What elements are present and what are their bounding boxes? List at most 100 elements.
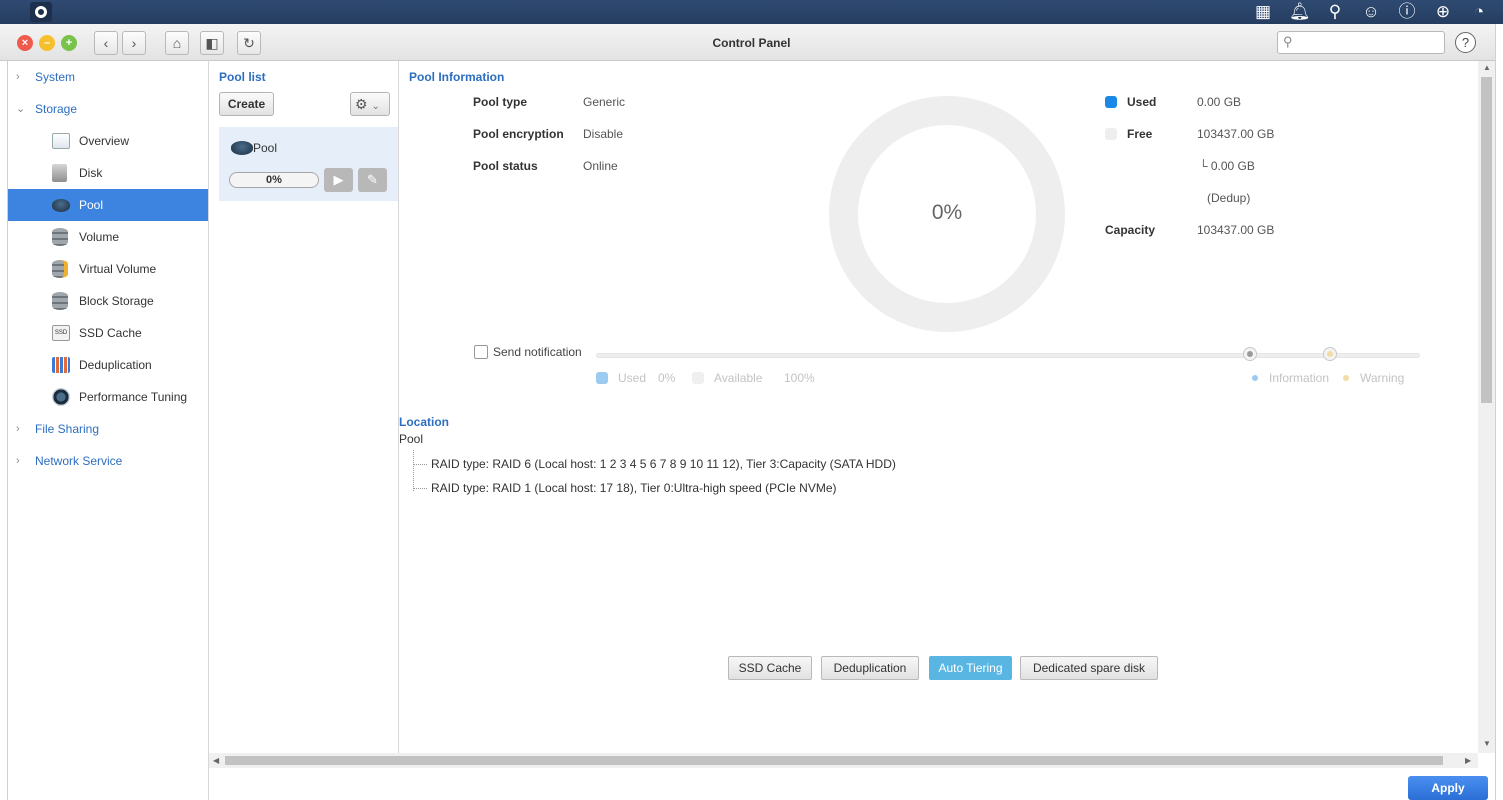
pool-list-panel: Pool list Create ⚙ ⌄ Pool 0% ▶ ✎ xyxy=(209,61,399,753)
raid-group-item: RAID type: RAID 6 (Local host: 1 2 3 4 5… xyxy=(431,457,896,471)
vertical-scroll-thumb[interactable] xyxy=(1481,77,1492,403)
tree-branch xyxy=(413,488,427,489)
scroll-down-icon[interactable]: ▼ xyxy=(1483,739,1491,748)
search-input[interactable]: ⚲ xyxy=(1277,31,1445,54)
raid-group-item: RAID type: RAID 1 (Local host: 17 18), T… xyxy=(431,481,837,495)
threshold-slider-track xyxy=(596,353,1420,358)
send-notification-checkbox[interactable] xyxy=(474,345,488,359)
sidebar-category-system[interactable]: › System xyxy=(8,61,208,93)
chevron-down-icon: ⌄ xyxy=(16,103,26,115)
pool-icon xyxy=(231,141,253,155)
virtual-volume-icon xyxy=(52,260,68,278)
qts-logo-icon[interactable] xyxy=(30,2,52,22)
help-button[interactable]: ? xyxy=(1455,32,1476,53)
sidebar-item-pool[interactable]: Pool xyxy=(8,189,208,221)
sidebar-category-file-sharing[interactable]: › File Sharing xyxy=(8,413,208,445)
sidebar-item-block-storage[interactable]: Block Storage xyxy=(8,285,208,317)
block-storage-icon xyxy=(52,292,68,310)
bell-icon[interactable]: 🔔︎ xyxy=(1289,0,1311,24)
apply-button[interactable]: Apply xyxy=(1408,776,1488,800)
slider-available-label: Available xyxy=(714,371,763,385)
sidebar-item-performance-tuning[interactable]: Performance Tuning xyxy=(8,381,208,413)
dedup-note: (Dedup) xyxy=(1207,191,1251,205)
tab-deduplication[interactable]: Deduplication xyxy=(821,656,919,680)
sidebar-item-ssd-cache[interactable]: SSD SSD Cache xyxy=(8,317,208,349)
dashboard-gauge-icon[interactable]: ◔ xyxy=(1469,0,1489,24)
play-icon: ▶ xyxy=(333,172,344,187)
slider-used-label: Used xyxy=(618,371,647,385)
used-value: 0.00 GB xyxy=(1197,95,1242,109)
pool-encryption-label: Pool encryption xyxy=(473,127,564,141)
volume-icon xyxy=(52,228,68,246)
sidebar-item-disk[interactable]: Disk xyxy=(8,157,208,189)
free-value: 103437.00 GB xyxy=(1197,127,1275,141)
edit-pool-button[interactable]: ✎ xyxy=(358,168,387,192)
free-label: Free xyxy=(1127,127,1153,141)
pool-name: Pool xyxy=(253,141,278,155)
user-icon[interactable]: ☺ xyxy=(1361,0,1381,24)
scroll-left-icon[interactable]: ◀ xyxy=(213,756,219,765)
tree-branch xyxy=(413,464,427,465)
chevron-down-icon: ⌄ xyxy=(371,101,380,112)
used-label: Used xyxy=(1127,95,1157,109)
pool-type-label: Pool type xyxy=(473,95,528,109)
capacity-label: Capacity xyxy=(1105,223,1156,237)
dedup-used-value: └ 0.00 GB xyxy=(1199,159,1255,173)
pencil-icon: ✎ xyxy=(367,172,378,187)
sidebar-item-virtual-volume[interactable]: Virtual Volume xyxy=(8,253,208,285)
pool-usage-bar: 0% xyxy=(229,172,319,188)
horizontal-scrollbar[interactable]: ◀ ▶ xyxy=(209,753,1478,768)
send-notification-label: Send notification xyxy=(493,345,582,359)
pool-information-panel: Pool Information Pool type Generic Pool … xyxy=(399,61,1478,753)
sidebar-category-network-service[interactable]: › Network Service xyxy=(8,445,208,477)
scroll-up-icon[interactable]: ▲ xyxy=(1483,63,1491,72)
free-legend-swatch xyxy=(1105,128,1117,140)
used-legend-swatch xyxy=(596,372,608,384)
horizontal-scroll-thumb[interactable] xyxy=(225,756,1443,765)
system-taskbar: ▦ 🔔︎ ⚲ ☺ ⓘ ⊕ ◔ xyxy=(0,0,1503,24)
pool-settings-dropdown[interactable]: ⚙ ⌄ xyxy=(350,92,390,116)
overview-icon xyxy=(52,133,70,149)
pool-icon xyxy=(52,199,70,212)
footer-bar: Apply xyxy=(209,768,1503,800)
ssd-cache-icon: SSD xyxy=(52,325,70,341)
performance-gauge-icon xyxy=(52,388,70,406)
information-threshold-handle[interactable] xyxy=(1243,347,1257,361)
slider-available-value: 100% xyxy=(784,371,815,385)
sidebar-nav: › System ⌄ Storage Overview Disk Pool Vo… xyxy=(8,61,209,800)
create-pool-button[interactable]: Create xyxy=(219,92,274,116)
location-pool-name: Pool xyxy=(399,432,424,446)
tab-auto-tiering[interactable]: Auto Tiering xyxy=(929,656,1012,680)
pool-usage-percent: 0% xyxy=(931,201,963,224)
sidebar-item-deduplication[interactable]: Deduplication xyxy=(8,349,208,381)
pool-type-value: Generic xyxy=(583,95,626,109)
warning-legend-dot xyxy=(1343,375,1349,381)
tab-ssd-cache[interactable]: SSD Cache xyxy=(728,656,812,680)
gear-icon: ⚙ xyxy=(355,96,368,112)
start-pool-button[interactable]: ▶ xyxy=(324,168,353,192)
tab-dedicated-spare-disk[interactable]: Dedicated spare disk xyxy=(1020,656,1158,680)
help-icon[interactable]: ⓘ xyxy=(1397,0,1417,24)
pool-encryption-value: Disable xyxy=(583,127,624,141)
pool-information-title: Pool Information xyxy=(409,70,505,84)
chevron-right-icon: › xyxy=(16,423,20,435)
pool-list-item[interactable]: Pool 0% ▶ ✎ xyxy=(219,127,398,201)
sidebar-category-storage[interactable]: ⌄ Storage xyxy=(8,93,208,125)
apps-grid-icon[interactable]: ▦ xyxy=(1253,0,1273,24)
chevron-right-icon: › xyxy=(16,455,20,467)
disk-icon xyxy=(52,164,67,182)
globe-icon[interactable]: ⊕ xyxy=(1433,0,1453,24)
sidebar-item-volume[interactable]: Volume xyxy=(8,221,208,253)
slider-used-value: 0% xyxy=(658,371,676,385)
warning-threshold-handle[interactable] xyxy=(1323,347,1337,361)
tree-connector xyxy=(413,450,414,491)
pool-status-value: Online xyxy=(583,159,618,173)
deduplication-icon xyxy=(52,357,70,373)
window-right-border xyxy=(1495,24,1503,800)
search-icon[interactable]: ⚲ xyxy=(1325,0,1345,24)
sidebar-item-overview[interactable]: Overview xyxy=(8,125,208,157)
vertical-scrollbar[interactable]: ▲ ▼ xyxy=(1478,61,1495,753)
available-legend-swatch xyxy=(692,372,704,384)
pool-status-label: Pool status xyxy=(473,159,538,173)
scroll-right-icon[interactable]: ▶ xyxy=(1465,756,1471,765)
